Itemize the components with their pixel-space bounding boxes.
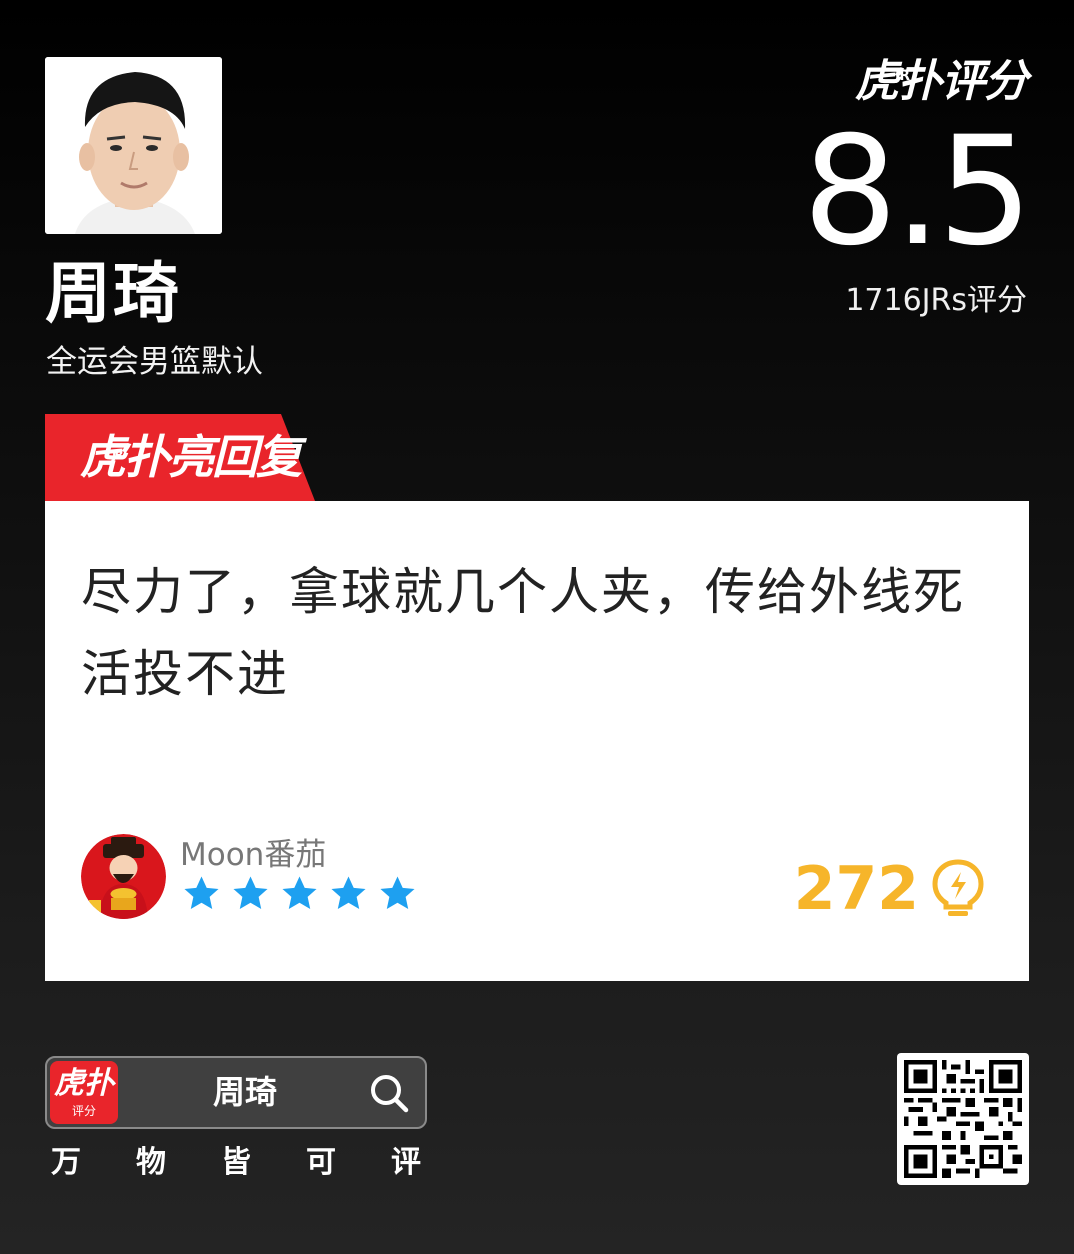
slogan-char: 可 xyxy=(306,1145,336,1180)
user-avatar[interactable] xyxy=(81,834,166,919)
hupu-app-icon: 虎扑 评分 xyxy=(50,1061,118,1124)
rating-count: 1716JRs评分 xyxy=(845,283,1027,318)
qr-code-pattern xyxy=(904,1060,1022,1178)
qr-code[interactable] xyxy=(897,1053,1029,1185)
user-name[interactable]: Moon番茄 xyxy=(180,835,326,875)
like-count: 272 xyxy=(793,854,919,924)
star-icon xyxy=(282,876,317,909)
slogan-char: 物 xyxy=(136,1145,166,1180)
star-icon xyxy=(184,876,219,909)
tag-mark: JR xyxy=(112,448,124,462)
comment-card: 尽力了，拿球就几个人夹，传给外线死活投不进 Moon番茄 272 xyxy=(45,501,1029,981)
user-avatar-image xyxy=(81,834,166,919)
slogan-char: 评 xyxy=(391,1145,421,1180)
highlight-tag-label: JR 虎扑亮回复 xyxy=(80,426,302,488)
lightbulb-icon[interactable] xyxy=(931,858,985,920)
search-query[interactable]: 周琦 xyxy=(213,1072,277,1112)
comment-text: 尽力了，拿球就几个人夹，传给外线死活投不进 xyxy=(81,563,965,703)
app-icon-main: 虎扑 xyxy=(54,1066,114,1101)
hupu-rating-logo: JR 虎扑评分 xyxy=(855,56,1028,108)
star-icon xyxy=(380,876,415,909)
app-search-bar[interactable]: 虎扑 评分 周琦 xyxy=(45,1056,427,1129)
search-icon[interactable] xyxy=(368,1072,410,1114)
player-subtitle: 全运会男篮默认 xyxy=(46,344,263,380)
player-photo-image xyxy=(45,57,222,234)
brand-mark: JR xyxy=(895,68,910,84)
player-name: 周琦 xyxy=(45,255,181,332)
app-icon-sub: 评分 xyxy=(71,1104,96,1118)
user-rating-stars xyxy=(182,874,417,913)
star-icon xyxy=(233,876,268,909)
player-photo xyxy=(45,57,222,234)
star-icon xyxy=(331,876,366,909)
slogan-char: 皆 xyxy=(221,1145,251,1180)
slogan: 万 物 皆 可 评 xyxy=(47,1144,427,1182)
like-area[interactable]: 272 xyxy=(794,857,985,921)
slogan-char: 万 xyxy=(51,1145,81,1180)
rating-score: 8.5 xyxy=(802,105,1033,279)
brand-text: 虎扑评分 xyxy=(855,56,1028,107)
